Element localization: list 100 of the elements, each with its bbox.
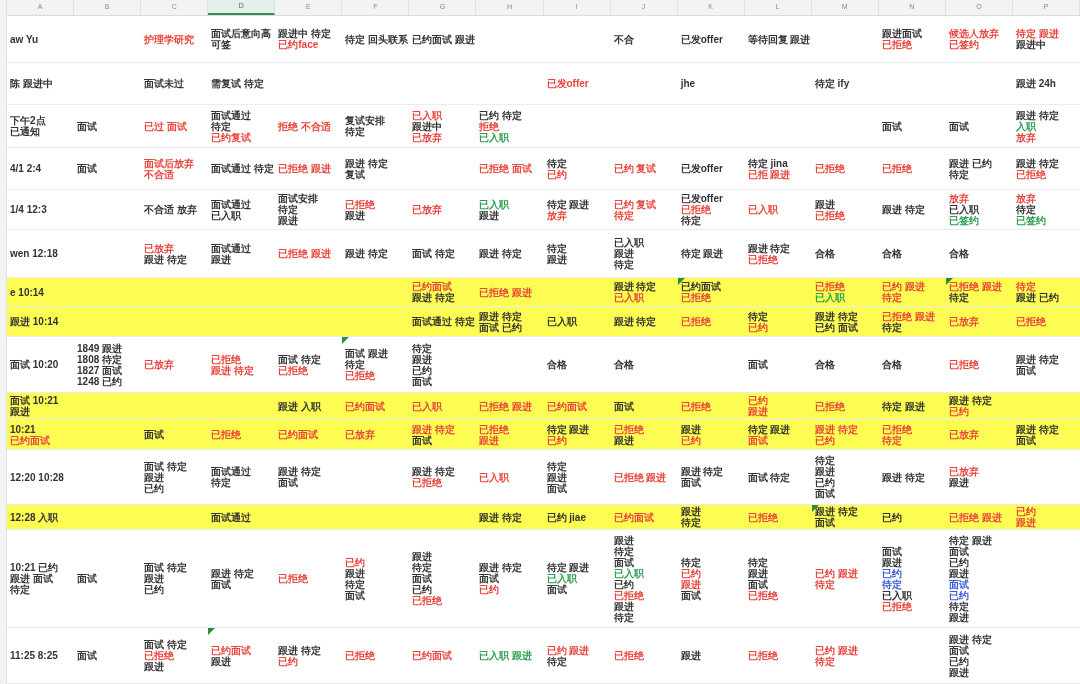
- cell-text: 已约 复试: [613, 198, 657, 210]
- cell-text: 待定: [948, 292, 969, 303]
- cell-text: 跟进 待定: [278, 644, 322, 656]
- cell-text: wen 12:18: [10, 248, 58, 259]
- cell-text: 跟进中: [412, 120, 443, 132]
- cell-text: 面试: [278, 477, 299, 488]
- cell-text: 待定: [881, 321, 902, 333]
- cell-text: 已拒绝: [1015, 168, 1046, 180]
- cell-text: 已入职: [747, 204, 778, 215]
- cell-text: 待定: [546, 157, 567, 169]
- cell-text: 已拒绝: [211, 353, 242, 365]
- cell-text: 不合适 放弃: [144, 204, 197, 215]
- cell-text: 已约: [747, 395, 768, 406]
- cell-text: 10:21: [10, 423, 36, 435]
- cell-text: 面试通过 待定: [211, 163, 274, 174]
- cell-text: 跟进: [747, 406, 768, 417]
- cell-text: 跟进 待定: [144, 253, 187, 265]
- cell-text: 待定: [613, 209, 634, 221]
- cell-text: 跟进 待定: [1015, 353, 1059, 365]
- cell-text: 跟进 待定: [1015, 423, 1059, 435]
- cell-text: 已拒绝: [613, 650, 644, 661]
- cell-text: 跟进 待定: [211, 364, 254, 376]
- cell-text: 放弃: [546, 209, 567, 221]
- cell-text: 跟进: [680, 578, 701, 590]
- cell-text: 已约 复试: [613, 163, 657, 174]
- cell-text: 已拒绝: [747, 253, 778, 265]
- cell-text: 面试 跟进: [345, 348, 389, 359]
- cell-text: aw Yu: [10, 33, 39, 45]
- cell-text: 12:20 10:28: [10, 471, 64, 483]
- cell-text: 已拒绝: [613, 423, 644, 435]
- cell-text: 已约: [144, 584, 165, 595]
- cell-text: 待定: [412, 342, 433, 354]
- cell-text: 待定 跟进: [546, 562, 590, 573]
- cell-text: 跟进: [144, 661, 165, 672]
- cell-text: 面试未过: [144, 78, 185, 89]
- cell-text: 1/4 12:3: [10, 204, 47, 215]
- cell-text: 1808 待定: [77, 353, 123, 365]
- cell-text: 拒绝: [479, 120, 500, 132]
- cell-text: 已约: [948, 556, 969, 568]
- cell-text: 已拒绝: [278, 573, 309, 584]
- cell-text: 面试: [680, 589, 701, 601]
- cell-text: 面试: [412, 434, 433, 446]
- cell-text: 跟进 待定: [814, 506, 858, 517]
- cell-text: 已拒 跟进: [747, 168, 791, 180]
- cell-text: 已入职: [546, 316, 577, 327]
- cell-text: 待定: [211, 477, 232, 488]
- cell-text: 跟进: [948, 477, 969, 488]
- cell-text: 已入职 跟进: [479, 650, 533, 661]
- cell-text: 待定 ify: [814, 78, 850, 89]
- cell-text: 合格: [814, 248, 835, 259]
- cell-text: 合格: [881, 248, 902, 259]
- cell-text: 12:28 入职: [10, 511, 59, 523]
- cell-text: 面试后放弃: [144, 157, 195, 169]
- cell-text: 已入职: [881, 589, 912, 601]
- cell-text: 跟进: [211, 655, 232, 667]
- cell-text: 护理学研究: [144, 33, 195, 45]
- cell-text: 待定 跟进: [680, 248, 724, 259]
- cell-text: 已拒绝 跟进: [479, 286, 533, 298]
- cell-text: 跟进 已约: [1015, 292, 1059, 303]
- cell-text: 已拒绝: [747, 511, 778, 523]
- cell-text: 跟进: [680, 423, 701, 435]
- cell-text: 待定: [546, 460, 567, 472]
- cell-text: 已放弃: [948, 466, 979, 477]
- cell-text: 已约面试 跟进: [412, 33, 476, 45]
- cell-text: 跟进: [613, 434, 634, 446]
- cell-text: 面试: [77, 650, 98, 661]
- cell-text: 已拒绝: [881, 163, 912, 174]
- cell-text: 复试安排: [345, 115, 386, 126]
- cell-text: 跟进 待定: [814, 310, 858, 322]
- cell-text: 面试: [1015, 434, 1036, 446]
- cell-text: 跟进: [412, 353, 433, 365]
- cell-text: 面试通过: [211, 511, 252, 523]
- cell-text: 待定: [881, 434, 902, 446]
- cell-text: 已约面试: [10, 434, 50, 446]
- cell-text: 面试: [680, 477, 701, 488]
- cell-text: 面试: [412, 573, 433, 584]
- cell-text: 跟进 待定: [278, 466, 322, 477]
- cell-text: 跟进: [546, 471, 567, 483]
- cell-text: 放弃: [1015, 193, 1036, 204]
- cell-text: 入职: [1015, 120, 1036, 132]
- cell-text: 跟进 待定: [479, 310, 523, 322]
- cell-text: 面试: [881, 545, 902, 557]
- cell-text: 待定 jina: [747, 157, 788, 169]
- cell-text: 跟进: [546, 253, 567, 265]
- cell-text: 跟进: [1015, 517, 1036, 528]
- cell-text: 面试: [747, 434, 768, 446]
- cell-text: 候选人放弃: [948, 28, 999, 39]
- cell-text: 已拒绝: [345, 198, 376, 210]
- cell-text: 已约: [680, 567, 701, 579]
- cell-text: 已放弃: [412, 204, 443, 215]
- cell-text: 待定: [211, 120, 232, 132]
- cell-text: 已拒绝 跟进: [948, 511, 1002, 523]
- cell-text: 跟进: [613, 248, 634, 259]
- cell-text: 跟进 10:14: [10, 316, 59, 327]
- cell-text: 已约面试: [412, 281, 453, 292]
- cell-text: 面试通过 待定: [412, 316, 476, 327]
- cell-text: 已约 jiae: [546, 511, 586, 523]
- cell-text: 面试: [948, 545, 969, 557]
- cell-text: 跟进 待定: [948, 633, 992, 645]
- cell-text: 待定: [1015, 281, 1036, 292]
